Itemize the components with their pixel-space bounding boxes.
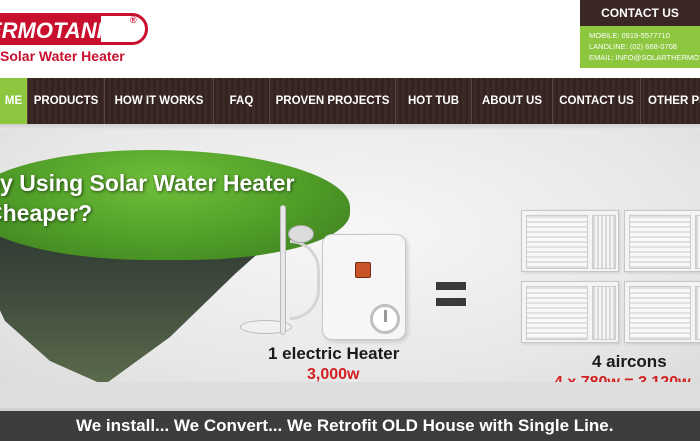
- nav-item-home[interactable]: ME: [0, 78, 28, 124]
- hero-slider: hy Using Solar Water Heater Cheaper? 1 e…: [0, 130, 700, 382]
- nav-item-how-it-works[interactable]: HOW IT WORKS: [105, 78, 214, 124]
- heater-caption: 1 electric Heater: [268, 344, 400, 363]
- aircon-image: [521, 281, 619, 343]
- logo-badge: ERMOTANK: [0, 13, 148, 45]
- contact-details: MOBILE: 0919-5577710 LANDLINE: (02) 668-…: [580, 26, 700, 68]
- aircon-image: [521, 210, 619, 272]
- contact-mobile: MOBILE: 0919-5577710: [589, 31, 670, 40]
- shower-pole: [280, 205, 286, 335]
- main-nav: ME PRODUCTS HOW IT WORKS FAQ PROVEN PROJ…: [0, 78, 700, 126]
- nav-item-about-us[interactable]: ABOUT US: [472, 78, 553, 124]
- aircon-wattage: 4 x 780w = 3,120w: [554, 374, 691, 382]
- shower-head-icon: [288, 225, 314, 243]
- contact-box: CONTACT US MOBILE: 0919-5577710 LANDLINE…: [580, 0, 700, 68]
- site-header: ERMOTANK ® Solar Water Heater CONTACT US…: [0, 0, 700, 78]
- heater-knob: [370, 304, 400, 334]
- heater-wattage: 3,000w: [307, 366, 360, 382]
- logo-tagline: Solar Water Heater: [0, 48, 125, 64]
- aircon-image: [624, 210, 700, 272]
- nav-item-other-products[interactable]: OTHER PRO: [641, 78, 700, 124]
- aircon-image: [624, 281, 700, 343]
- bottom-banner: We install... We Convert... We Retrofit …: [0, 408, 700, 441]
- brand-logo[interactable]: ERMOTANK ® Solar Water Heater: [0, 8, 150, 64]
- nav-item-faq[interactable]: FAQ: [214, 78, 270, 124]
- nav-item-hot-tub[interactable]: HOT TUB: [396, 78, 472, 124]
- contact-email[interactable]: EMAIL: INFO@SOLARTHERMOTAN: [589, 52, 700, 63]
- nav-item-contact-us[interactable]: CONTACT US: [553, 78, 641, 124]
- hero-bottom-fill: [0, 382, 700, 408]
- hero-title-line-1: hy Using Solar Water Heater: [0, 170, 295, 196]
- banner-text: We install... We Convert... We Retrofit …: [76, 416, 614, 435]
- aircon-caption: 4 aircons: [592, 352, 667, 371]
- contact-landline: LANDLINE: (02) 668-0708: [589, 42, 677, 51]
- logo-registered-mark: ®: [130, 15, 137, 25]
- contact-us-heading[interactable]: CONTACT US: [580, 0, 700, 26]
- logo-brand-text: ERMOTANK: [0, 18, 113, 43]
- hero-title: hy Using Solar Water Heater Cheaper?: [0, 168, 294, 228]
- heater-display: [355, 262, 371, 278]
- shower-hose: [290, 240, 320, 320]
- hero-title-line-2: Cheaper?: [0, 200, 93, 226]
- nav-item-products[interactable]: PRODUCTS: [28, 78, 105, 124]
- nav-item-proven-projects[interactable]: PROVEN PROJECTS: [270, 78, 396, 124]
- equals-sign: [436, 278, 466, 310]
